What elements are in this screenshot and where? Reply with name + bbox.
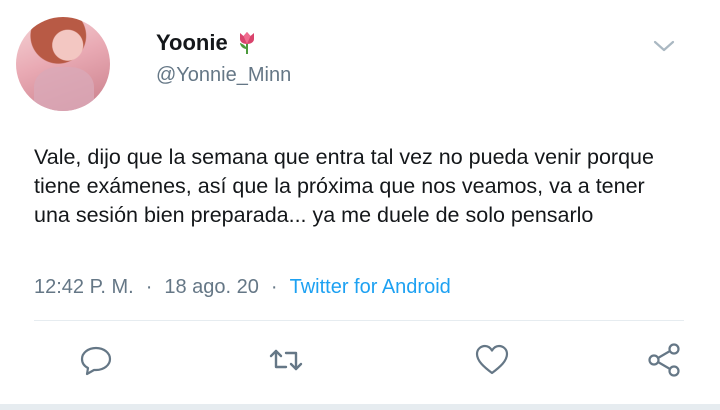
- author-handle[interactable]: @Yonnie_Minn: [156, 64, 291, 87]
- retweet-button[interactable]: [268, 344, 304, 380]
- avatar[interactable]: [16, 17, 110, 111]
- tulip-icon: [236, 31, 258, 55]
- heart-icon: [474, 343, 510, 382]
- chevron-down-icon[interactable]: [652, 34, 676, 58]
- retweet-icon: [268, 343, 304, 382]
- tweet-source-link[interactable]: Twitter for Android: [290, 276, 451, 299]
- share-icon: [646, 342, 682, 383]
- bottom-separator: [0, 404, 720, 410]
- divider: [34, 320, 684, 321]
- reply-icon: [79, 343, 113, 382]
- author-name[interactable]: Yoonie: [156, 30, 228, 56]
- meta-separator: ·: [270, 276, 278, 298]
- reply-button[interactable]: [78, 344, 114, 380]
- tweet-meta: 12:42 P. M. · 18 ago. 20 · Twitter for A…: [34, 276, 451, 299]
- tweet-date: 18 ago. 20: [164, 276, 259, 298]
- like-button[interactable]: [474, 344, 510, 380]
- author-name-row[interactable]: Yoonie: [156, 30, 258, 56]
- meta-separator: ·: [145, 276, 153, 298]
- tweet-time: 12:42 P. M.: [34, 276, 134, 298]
- share-button[interactable]: [646, 342, 682, 383]
- tweet-text: Vale, dijo que la semana que entra tal v…: [34, 145, 654, 227]
